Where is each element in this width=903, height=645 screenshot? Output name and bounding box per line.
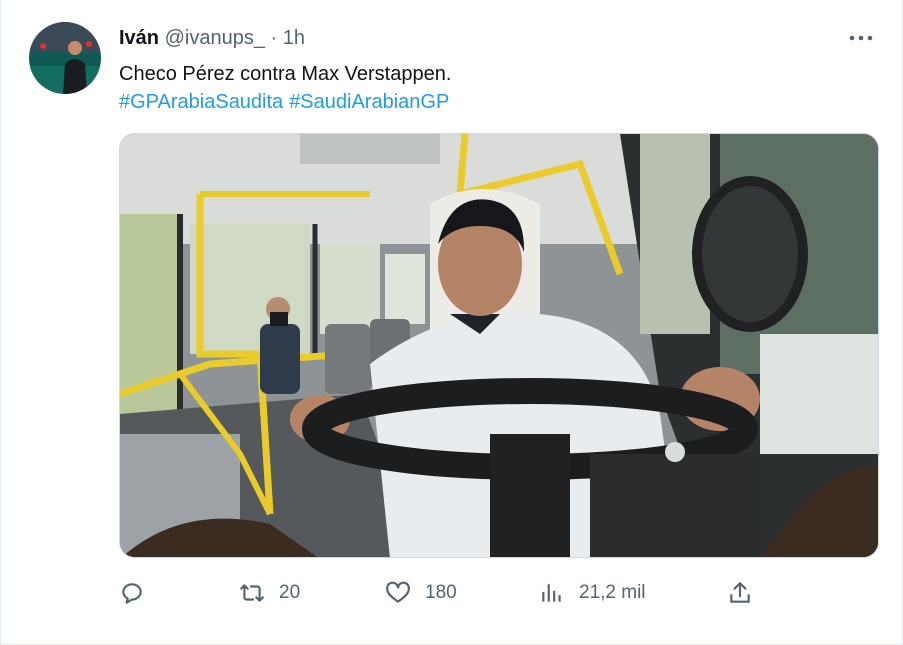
hashtags: #GPArabiaSaudita #SaudiArabianGP xyxy=(119,88,455,116)
hashtag-link[interactable]: #SaudiArabianGP xyxy=(289,91,449,113)
reply-button[interactable] xyxy=(119,575,159,611)
retweet-button[interactable]: 20 xyxy=(239,575,300,611)
views-icon xyxy=(542,584,561,602)
hashtag-link[interactable]: #GPArabiaSaudita xyxy=(119,91,283,113)
share-button[interactable] xyxy=(727,575,753,611)
like-count: 180 xyxy=(425,582,457,603)
display-name[interactable]: Iván xyxy=(119,27,159,49)
share-icon xyxy=(730,582,750,603)
tweet-actions: 20 180 21,2 mil xyxy=(119,575,759,611)
timestamp[interactable]: 1h xyxy=(283,27,305,49)
tweet-card[interactable]: Iván @ivanups_ · 1h Checo Pérez contra M… xyxy=(0,0,903,645)
tweet-text: Checo Pérez contra Max Verstappen. xyxy=(119,63,452,85)
more-icon xyxy=(849,35,873,41)
user-handle[interactable]: @ivanups_ xyxy=(165,27,265,49)
like-icon xyxy=(386,581,410,603)
reply-icon xyxy=(122,583,142,604)
views-count: 21,2 mil xyxy=(579,582,646,603)
tweet-media-image[interactable] xyxy=(119,133,879,558)
like-button[interactable]: 180 xyxy=(385,575,457,611)
retweet-count: 20 xyxy=(279,582,301,603)
more-options-button[interactable] xyxy=(846,26,876,50)
avatar[interactable] xyxy=(29,22,101,94)
tweet-header: Iván @ivanups_ · 1h xyxy=(119,25,305,51)
retweet-icon xyxy=(240,584,264,602)
separator-dot: · xyxy=(270,27,278,49)
views-button[interactable]: 21,2 mil xyxy=(539,575,646,611)
